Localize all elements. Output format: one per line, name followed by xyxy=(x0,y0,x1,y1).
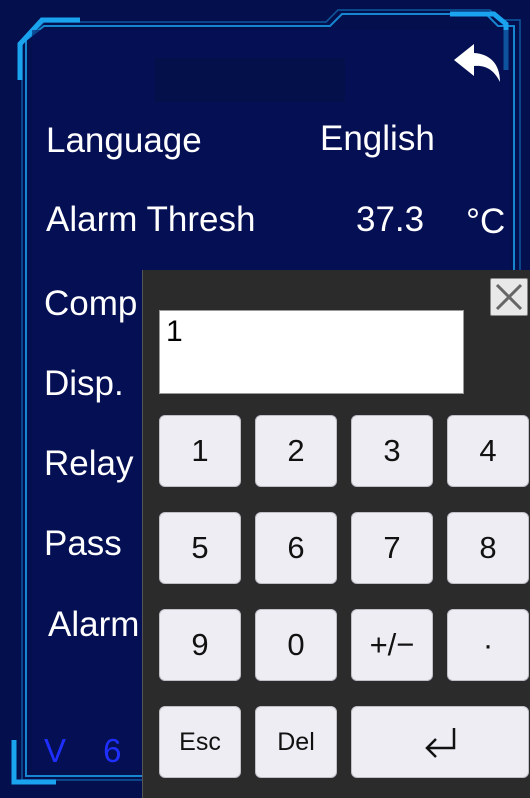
alarm-thresh-unit: °C xyxy=(466,202,506,241)
key-9[interactable]: 9 xyxy=(159,609,241,681)
key-4[interactable]: 4 xyxy=(447,415,529,487)
close-icon xyxy=(495,283,523,311)
relay-label: Relay xyxy=(44,444,134,483)
pass-label: Pass xyxy=(44,524,122,563)
alarm-thresh-value[interactable]: 37.3 xyxy=(356,200,424,240)
numeric-keypad: 1 1 2 3 4 5 6 7 8 9 0 +/− · Esc Del xyxy=(142,270,530,798)
back-button[interactable] xyxy=(450,40,506,86)
title-area xyxy=(155,58,345,102)
enter-button[interactable] xyxy=(351,706,529,778)
del-button[interactable]: Del xyxy=(255,706,337,778)
enter-icon xyxy=(425,728,456,758)
key-0[interactable]: 0 xyxy=(255,609,337,681)
disp-label: Disp. xyxy=(44,364,124,403)
key-plus-minus[interactable]: +/− xyxy=(351,609,433,681)
key-6[interactable]: 6 xyxy=(255,512,337,584)
alarm-thresh-label: Alarm Thresh xyxy=(46,200,256,239)
key-7[interactable]: 7 xyxy=(351,512,433,584)
key-1[interactable]: 1 xyxy=(159,415,241,487)
language-value[interactable]: English xyxy=(320,119,435,159)
key-3[interactable]: 3 xyxy=(351,415,433,487)
keypad-input[interactable]: 1 xyxy=(159,310,464,394)
keypad-close-button[interactable] xyxy=(490,278,528,316)
comp-label: Comp xyxy=(44,284,138,323)
alarm-label: Alarm xyxy=(48,605,140,644)
back-arrow-icon xyxy=(454,44,500,82)
language-label: Language xyxy=(46,121,202,160)
key-decimal-point[interactable]: · xyxy=(447,609,529,681)
key-2[interactable]: 2 xyxy=(255,415,337,487)
key-8[interactable]: 8 xyxy=(447,512,529,584)
key-5[interactable]: 5 xyxy=(159,512,241,584)
esc-button[interactable]: Esc xyxy=(159,706,241,778)
